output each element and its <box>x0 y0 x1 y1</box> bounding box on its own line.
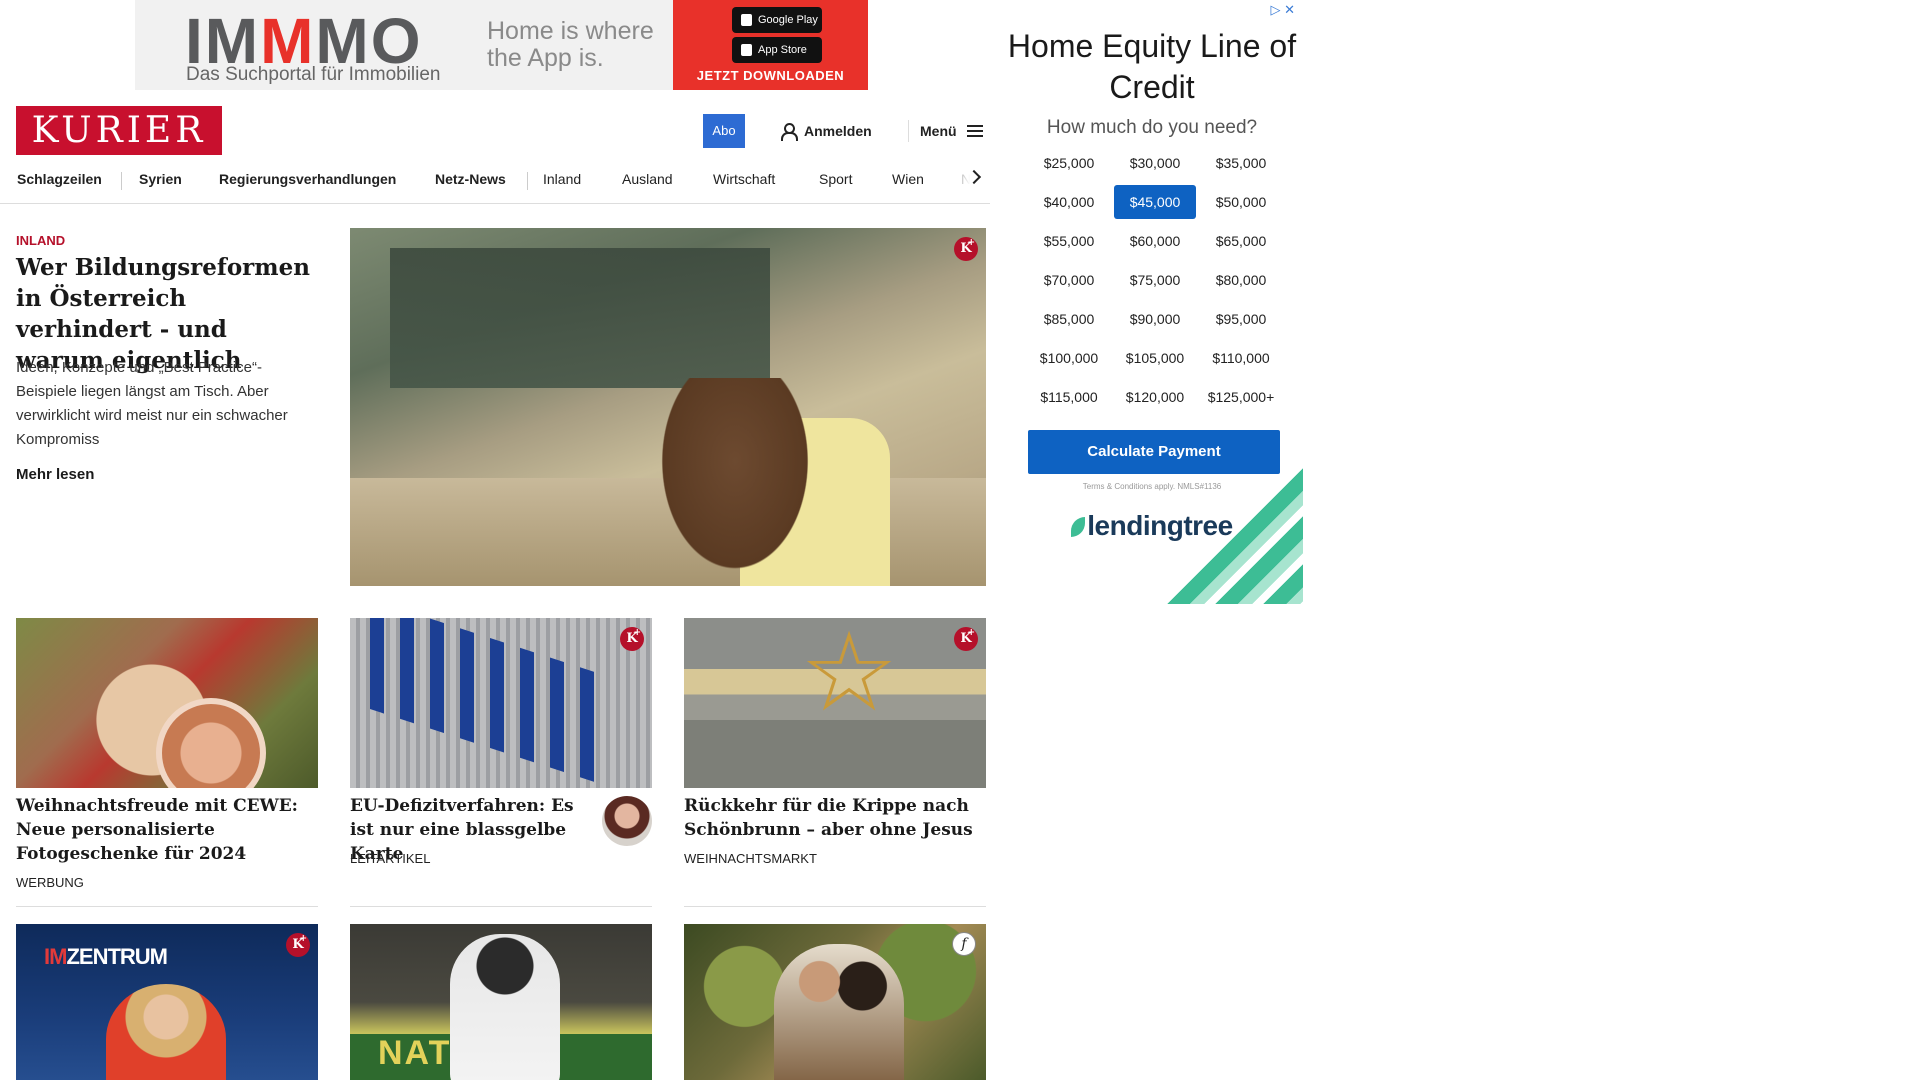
card-divider <box>350 906 652 907</box>
card-kicker: WERBUNG <box>16 875 84 890</box>
nav-item-wien[interactable]: Wien <box>892 164 924 204</box>
kplus-premium-icon: K <box>954 231 978 261</box>
star-icon: ☆ <box>799 618 899 734</box>
lendingtree-logo: lendingtree <box>1001 510 1303 542</box>
amount-option[interactable]: $35,000 <box>1200 146 1282 180</box>
amount-option[interactable]: $95,000 <box>1200 302 1282 336</box>
ad-tagline: Home is where the App is. <box>487 17 654 72</box>
nav-item-wirtschaft[interactable]: Wirtschaft <box>713 164 775 204</box>
person-icon <box>780 123 798 141</box>
leaf-icon <box>1071 517 1086 537</box>
ad-headline: Home Equity Line of Credit <box>1007 28 1297 105</box>
ad-subtitle: Das Suchportal für Immobilien <box>186 64 441 85</box>
tv-host <box>106 984 226 1080</box>
amount-option[interactable]: $115,000 <box>1028 380 1110 414</box>
google-play-badge[interactable]: Google Play <box>732 7 822 33</box>
hero-kicker[interactable]: INLAND <box>16 233 65 248</box>
hero-image[interactable]: K <box>350 228 986 586</box>
app-store-badge[interactable]: App Store <box>732 37 822 63</box>
kplus-premium-icon: K <box>620 621 644 651</box>
nav-item-sport[interactable]: Sport <box>819 164 852 204</box>
amount-option[interactable]: $30,000 <box>1114 146 1196 180</box>
card-image-eu[interactable]: K <box>350 618 652 788</box>
card-kicker: LEITARTIKEL <box>350 851 431 866</box>
amount-option[interactable]: $125,000+ <box>1200 380 1282 414</box>
author-avatar <box>602 796 652 846</box>
read-more-link[interactable]: Mehr lesen <box>16 466 94 483</box>
amount-option[interactable]: $120,000 <box>1114 380 1196 414</box>
amount-option[interactable]: $55,000 <box>1028 224 1110 258</box>
login-label: Anmelden <box>804 123 872 139</box>
card-title[interactable]: Rückkehr für die Krippe nach Schönbrunn … <box>684 794 986 842</box>
card-image-ski[interactable]: NATSTIF <box>350 924 652 1080</box>
amount-option[interactable]: $110,000 <box>1200 341 1282 375</box>
login-button[interactable]: Anmelden <box>780 114 872 148</box>
card-image-cewe[interactable] <box>16 618 318 788</box>
nav-item-schlagzeilen[interactable]: Schlagzeilen <box>17 164 102 204</box>
ornament-photo <box>156 698 266 788</box>
nav-item-ausland[interactable]: Ausland <box>622 164 673 204</box>
nav-item-netz-news[interactable]: Netz-News <box>435 164 506 204</box>
student-hair <box>650 378 820 586</box>
ad-terms[interactable]: Terms & Conditions apply. NMLS#1136 <box>1001 482 1303 491</box>
nav-item-inland[interactable]: Inland <box>543 164 581 204</box>
nav-divider <box>527 172 528 190</box>
card-divider <box>684 906 986 907</box>
amount-option[interactable]: $105,000 <box>1114 341 1196 375</box>
kplus-premium-icon: K <box>954 621 978 651</box>
nav-fade <box>940 164 990 202</box>
card-image-im-zentrum[interactable]: IMZENTRUM K <box>16 924 318 1080</box>
adchoices-icon[interactable]: ▷ ✕ <box>1270 2 1295 18</box>
amount-option[interactable]: $70,000 <box>1028 263 1110 297</box>
film-couple <box>774 944 904 1080</box>
skier <box>450 934 560 1080</box>
ad-question: How much do you need? <box>1046 117 1258 138</box>
menu-button[interactable]: Menü <box>920 114 983 148</box>
chalkboard <box>390 248 770 388</box>
section-nav: Schlagzeilen Syrien Regierungsverhandlun… <box>0 164 990 204</box>
header-divider <box>908 120 909 142</box>
ad-download-cta[interactable]: JETZT DOWNLOADEN <box>673 68 868 83</box>
amount-option[interactable]: $25,000 <box>1028 146 1110 180</box>
kurier-logo[interactable]: KURIER <box>16 106 222 155</box>
card-title[interactable]: Weihnachtsfreude mit CEWE: Neue personal… <box>16 794 318 866</box>
nav-item-syrien[interactable]: Syrien <box>139 164 182 204</box>
card-image-schoenbrunn[interactable]: ☆ K <box>684 618 986 788</box>
eu-flags <box>370 618 610 787</box>
amount-option[interactable]: $75,000 <box>1114 263 1196 297</box>
amount-option[interactable]: $90,000 <box>1114 302 1196 336</box>
nav-item-regierungsverhandlungen[interactable]: Regierungsverhandlungen <box>219 164 396 204</box>
kplus-premium-icon: K <box>286 927 310 957</box>
abo-button[interactable]: Abo <box>703 114 745 148</box>
card-kicker: WEIHNACHTSMARKT <box>684 851 817 866</box>
amount-option[interactable]: $50,000 <box>1200 185 1282 219</box>
amount-option[interactable]: $85,000 <box>1028 302 1110 336</box>
film-badge-icon: f <box>952 932 976 956</box>
amount-option[interactable]: $80,000 <box>1200 263 1282 297</box>
menu-label: Menü <box>920 123 957 139</box>
amount-option[interactable]: $40,000 <box>1028 185 1110 219</box>
im-zentrum-logo: IMZENTRUM <box>44 944 168 969</box>
nav-divider <box>121 172 122 190</box>
amount-option[interactable]: $60,000 <box>1114 224 1196 258</box>
amount-option[interactable]: $45,000 <box>1114 185 1196 219</box>
ad-download-panel[interactable]: Google Play App Store JETZT DOWNLOADEN <box>673 0 868 90</box>
top-ad-banner[interactable]: IMMMO Das Suchportal für Immobilien Home… <box>135 0 868 90</box>
card-divider <box>16 906 318 907</box>
side-ad-lendingtree[interactable]: ▷ ✕ Home Equity Line of Credit How much … <box>1001 0 1303 604</box>
hamburger-icon <box>966 125 983 137</box>
amount-option[interactable]: $65,000 <box>1200 224 1282 258</box>
calculate-payment-button[interactable]: Calculate Payment <box>1028 430 1280 474</box>
amount-option[interactable]: $100,000 <box>1028 341 1110 375</box>
card-image-garden[interactable]: f <box>684 924 986 1080</box>
hero-lead: Ideen, Konzepte und „Best Practice“-Beis… <box>16 359 288 448</box>
